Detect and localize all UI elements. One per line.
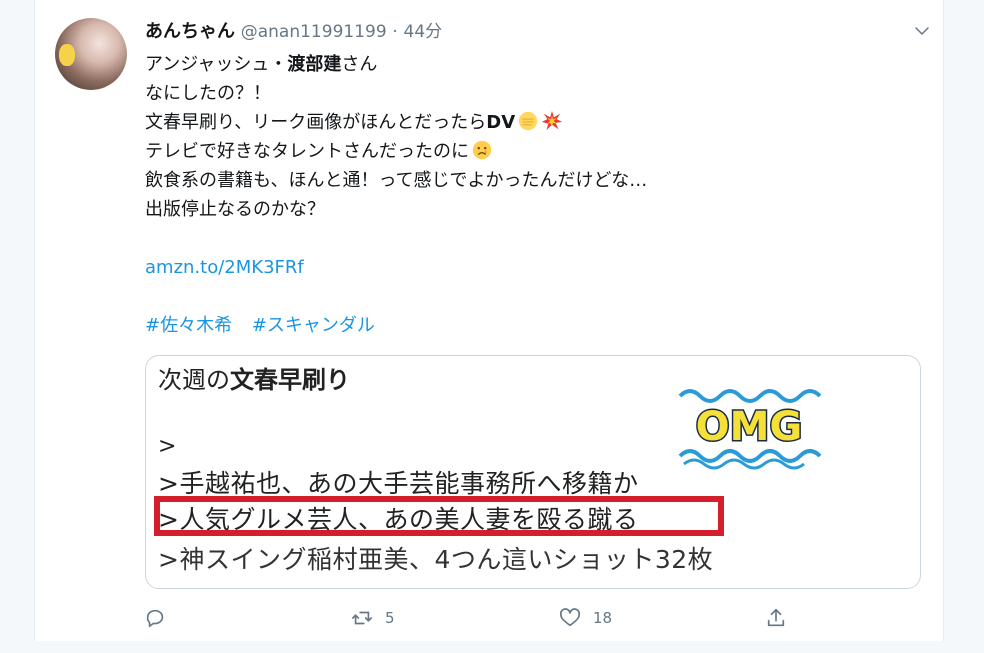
- tweet-timestamp[interactable]: 44分: [404, 22, 443, 42]
- tweet-line-3: 文春早刷り、リーク画像がほんとだったらDV: [145, 108, 905, 137]
- attached-image[interactable]: 次週の文春早刷り > >手越祐也、あの大手芸能事務所へ移籍か >人気グルメ芸人、…: [145, 355, 921, 589]
- text-segment: なにしたの？！: [145, 83, 271, 104]
- tweet-line-4: テレビで好きなタレントさんだったのに: [145, 137, 905, 166]
- reply-button[interactable]: [145, 603, 167, 633]
- share-button[interactable]: [765, 603, 787, 633]
- omg-text: OMG: [696, 404, 803, 450]
- user-handle[interactable]: @anan11991199: [241, 22, 387, 42]
- tweet-card[interactable]: あんちゃん @anan11991199 · 44分 アンジャッシュ・渡部建さん …: [34, 0, 944, 641]
- image-text-bold: 文春早刷り: [230, 366, 350, 394]
- text-segment: 飲食系の書籍も、ほんと通！って感じでよかったんだけどな…: [145, 170, 648, 191]
- tweet-text: アンジャッシュ・渡部建さん なにしたの？！ 文春早刷り、リーク画像がほんとだった…: [145, 50, 905, 282]
- retweet-count: 5: [385, 609, 395, 627]
- heart-icon: [560, 608, 580, 627]
- tweet-line-6: 出版停止なるのかな？: [145, 195, 905, 224]
- display-name[interactable]: あんちゃん: [145, 21, 235, 42]
- tweet-line-1: アンジャッシュ・渡部建さん: [145, 50, 905, 79]
- hashtag-link[interactable]: #佐々木希: [145, 315, 232, 336]
- bold-segment: 渡部建: [287, 54, 342, 75]
- share-icon: [767, 608, 785, 627]
- like-button[interactable]: 18: [559, 603, 612, 633]
- text-segment: 文春早刷り、リーク画像がほんとだったら: [145, 112, 487, 133]
- avatar-sticker: [59, 44, 75, 66]
- text-segment: 出版停止なるのかな？: [145, 199, 325, 220]
- tweet-line-2: なにしたの？！: [145, 79, 905, 108]
- tweet-link-line: amzn.to/2MK3FRf: [145, 253, 905, 282]
- text-segment: さん: [341, 54, 378, 75]
- omg-sticker: OMG: [678, 389, 822, 470]
- separator-dot: ·: [392, 22, 398, 42]
- bold-segment: DV: [486, 112, 516, 133]
- tweet-header: あんちゃん @anan11991199 · 44分: [145, 18, 923, 46]
- image-text-line: >: [158, 434, 177, 459]
- tweet-line-5: 飲食系の書籍も、ほんと通！って感じでよかったんだけどな…: [145, 166, 905, 195]
- text-segment: テレビで好きなタレントさんだったのに: [145, 141, 469, 162]
- collision-emoji: [542, 110, 563, 131]
- external-link[interactable]: amzn.to/2MK3FRf: [145, 257, 304, 278]
- oncoming-fist-emoji: [518, 111, 538, 131]
- hashtag-row: #佐々木希 #スキャンダル: [145, 311, 389, 340]
- reply-icon: [146, 609, 164, 628]
- image-text-line: >手越祐也、あの大手芸能事務所へ移籍か: [158, 469, 639, 498]
- action-bar: 5 18: [145, 603, 845, 633]
- image-text-line: 次週の文春早刷り: [158, 360, 350, 395]
- image-text-segment: 次週の: [158, 366, 230, 394]
- red-highlight-box: [154, 496, 724, 536]
- hashtag-link[interactable]: #スキャンダル: [252, 315, 375, 336]
- image-text-line: >神スイング稲村亜美、4つん這いショット32枚: [158, 545, 714, 574]
- avatar[interactable]: [55, 18, 127, 90]
- retweet-icon: [352, 611, 372, 625]
- retweet-button[interactable]: 5: [351, 603, 395, 633]
- text-segment: アンジャッシュ・: [145, 54, 288, 75]
- like-count: 18: [593, 609, 613, 627]
- chevron-down-icon[interactable]: [913, 22, 931, 40]
- crying-face-emoji: [472, 140, 492, 160]
